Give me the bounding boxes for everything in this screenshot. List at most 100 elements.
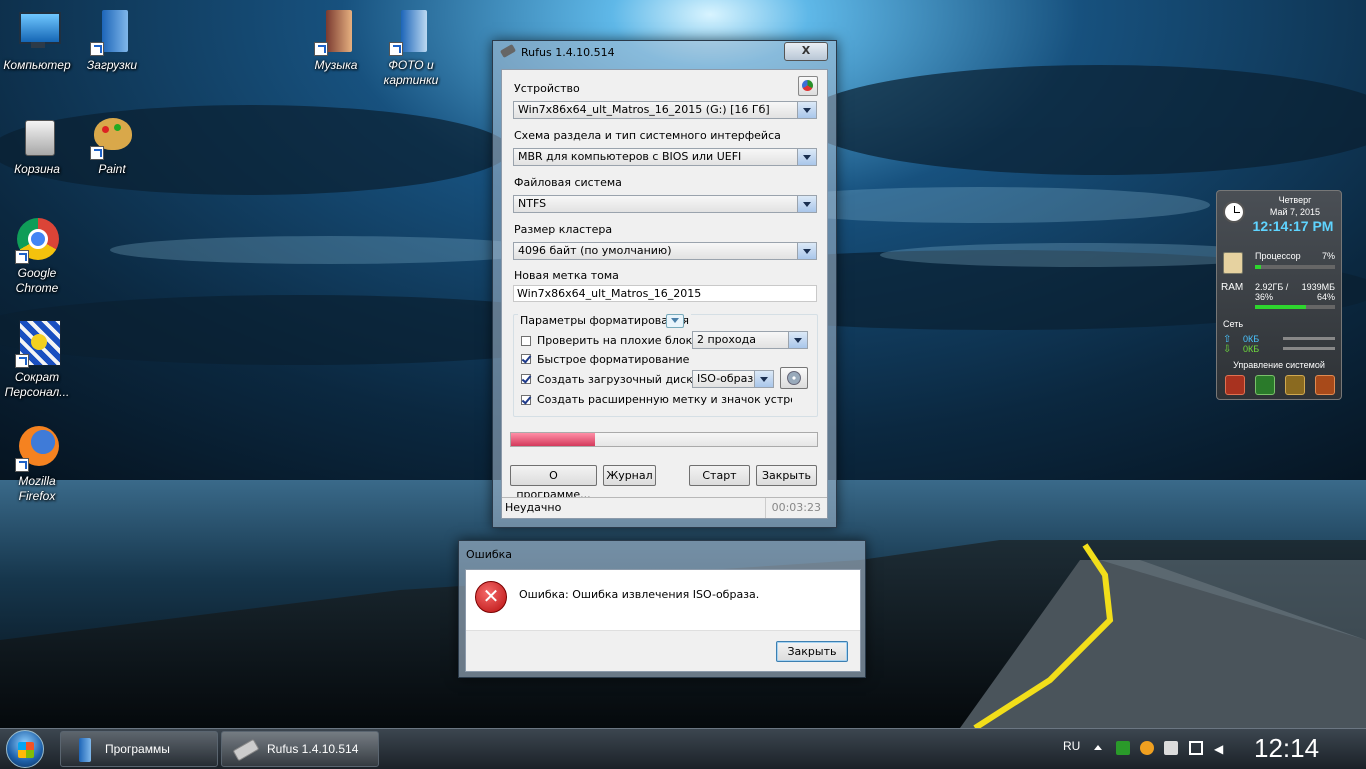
- error-dialog-title: Ошибка: [466, 548, 513, 561]
- system-monitor-gadget[interactable]: Четверг Май 7, 2015 12:14:17 PM Процессо…: [1216, 190, 1342, 400]
- tray-expand-icon[interactable]: [1094, 745, 1102, 750]
- check-bad-blocks-label: Проверить на плохие блоки:: [537, 334, 704, 347]
- rufus-title: Rufus 1.4.10.514: [521, 46, 615, 59]
- device-label: Устройство: [514, 82, 580, 95]
- taskbar-programs-button[interactable]: Программы: [60, 731, 218, 767]
- device-select[interactable]: Win7x86x64_ult_Matros_16_2015 (G:) [16 Г…: [513, 101, 817, 119]
- shortcut-arrow-icon: [90, 146, 104, 160]
- cluster-size-select[interactable]: 4096 байт (по умолчанию): [513, 242, 817, 260]
- ram-label: RAM: [1221, 282, 1244, 293]
- desktop-icon-chrome[interactable]: Google Chrome: [0, 216, 74, 296]
- status-text: Неудачно: [505, 501, 562, 514]
- window-close-button[interactable]: X: [784, 42, 828, 61]
- desktop-icon-pictures[interactable]: ФОТО и картинки: [374, 8, 448, 88]
- folder-icon: [79, 738, 91, 762]
- windows-logo-icon: [18, 742, 34, 758]
- security-tray-icon[interactable]: [1116, 741, 1130, 755]
- network-label: Сеть: [1223, 319, 1244, 329]
- start-button[interactable]: [6, 730, 44, 768]
- taskbar: Программы Rufus 1.4.10.514 RU ◀ 12:14: [0, 728, 1366, 769]
- network-tray-icon[interactable]: [1189, 741, 1203, 755]
- rufus-titlebar[interactable]: Rufus 1.4.10.514 X: [493, 41, 836, 63]
- cpu-icon: [1223, 252, 1243, 274]
- desktop-icon-recycle-bin[interactable]: Корзина: [0, 112, 74, 177]
- partition-scheme-select[interactable]: MBR для компьютеров с BIOS или UEFI: [513, 148, 817, 166]
- cpu-bar-fill: [1255, 265, 1261, 269]
- socrat-icon: [13, 320, 61, 368]
- cpu-bar: [1255, 265, 1335, 269]
- gadget-date: Май 7, 2015: [1269, 207, 1321, 217]
- log-button[interactable]: Журнал: [603, 465, 656, 486]
- sleep-icon[interactable]: [1255, 375, 1275, 395]
- restart-icon[interactable]: [1315, 375, 1335, 395]
- select-iso-button[interactable]: [780, 367, 808, 389]
- quick-format-label: Быстрое форматирование: [537, 353, 690, 366]
- check-bad-blocks-checkbox[interactable]: [521, 336, 531, 346]
- taskbar-rufus-button[interactable]: Rufus 1.4.10.514: [221, 731, 379, 767]
- volume-label-label: Новая метка тома: [514, 269, 619, 282]
- disc-drive-icon: [787, 371, 801, 385]
- firefox-icon: [13, 424, 61, 472]
- shortcut-arrow-icon: [389, 42, 403, 56]
- about-button[interactable]: О программе...: [510, 465, 597, 501]
- shortcut-arrow-icon: [15, 354, 29, 368]
- desktop-icon-paint[interactable]: Paint: [75, 112, 149, 177]
- extended-label-checkbox[interactable]: [521, 395, 531, 405]
- bootable-label: Создать загрузочный диск: [537, 373, 693, 386]
- volume-label-input[interactable]: Win7x86x64_ult_Matros_16_2015: [513, 285, 817, 302]
- status-bar: Неудачно 00:03:23: [502, 497, 827, 518]
- ram-free: 1939МБ: [1301, 282, 1335, 292]
- chevron-down-icon: [797, 102, 816, 118]
- error-dialog[interactable]: Ошибка ✕ Ошибка: Ошибка извлечения ISO-о…: [458, 540, 866, 678]
- shutdown-icon[interactable]: [1225, 375, 1245, 395]
- filesystem-label: Файловая система: [514, 176, 622, 189]
- update-tray-icon[interactable]: [1140, 741, 1154, 755]
- cluster-size-label: Размер кластера: [514, 223, 613, 236]
- upload-value: 0КБ: [1243, 334, 1260, 344]
- pictures-folder-icon: [387, 8, 435, 56]
- progress-bar: [510, 432, 818, 447]
- chevron-down-icon: [797, 196, 816, 212]
- volume-tray-icon[interactable]: ◀: [1214, 742, 1223, 756]
- quick-format-checkbox[interactable]: [521, 354, 531, 364]
- error-close-button[interactable]: Закрыть: [776, 641, 848, 662]
- progress-fill: [511, 433, 596, 446]
- music-folder-icon: [312, 8, 360, 56]
- taskbar-clock[interactable]: 12:14: [1254, 733, 1319, 764]
- app-tray-icon[interactable]: [1164, 741, 1178, 755]
- bootable-checkbox[interactable]: [521, 374, 531, 384]
- start-button[interactable]: Старт: [689, 465, 750, 486]
- chevron-down-icon: [788, 332, 807, 348]
- passes-select[interactable]: 2 прохода: [692, 331, 808, 349]
- shortcut-arrow-icon: [314, 42, 328, 56]
- close-button[interactable]: Закрыть: [756, 465, 817, 486]
- desktop-icon-music[interactable]: Музыка: [299, 8, 373, 73]
- usb-drive-icon: [232, 738, 260, 762]
- language-indicator[interactable]: RU: [1063, 739, 1080, 753]
- error-icon: ✕: [475, 581, 507, 613]
- filesystem-select[interactable]: NTFS: [513, 195, 817, 213]
- gadget-day: Четверг: [1278, 195, 1312, 205]
- download-value: 0КБ: [1243, 344, 1260, 354]
- rufus-window[interactable]: Rufus 1.4.10.514 X Устройство Win7x86x64…: [492, 40, 837, 528]
- recycle-bin-icon: [13, 112, 61, 160]
- cpu-label: Процессор: [1255, 251, 1301, 261]
- save-log-icon[interactable]: [798, 76, 818, 96]
- desktop-icon-computer[interactable]: Компьютер: [0, 8, 74, 73]
- ram-pct-used: 36%: [1255, 292, 1274, 302]
- shortcut-arrow-icon: [90, 42, 104, 56]
- shortcut-arrow-icon: [15, 458, 29, 472]
- desktop-icon-firefox[interactable]: Mozilla Firefox: [0, 424, 74, 504]
- downloads-folder-icon: [88, 8, 136, 56]
- error-message: Ошибка: Ошибка извлечения ISO-образа.: [519, 588, 760, 601]
- paint-icon: [88, 112, 136, 160]
- gadget-time: 12:14:17 PM: [1252, 218, 1334, 234]
- lock-icon[interactable]: [1285, 375, 1305, 395]
- cpu-value: 7%: [1321, 251, 1335, 261]
- boot-type-select[interactable]: ISO-образ: [692, 370, 774, 388]
- toggle-advanced-icon[interactable]: [666, 314, 684, 328]
- shortcut-arrow-icon: [15, 250, 29, 264]
- desktop-icon-downloads[interactable]: Загрузки: [75, 8, 149, 73]
- desktop-icon-socrat[interactable]: Сократ Персонал...: [0, 320, 74, 400]
- computer-icon: [13, 8, 61, 56]
